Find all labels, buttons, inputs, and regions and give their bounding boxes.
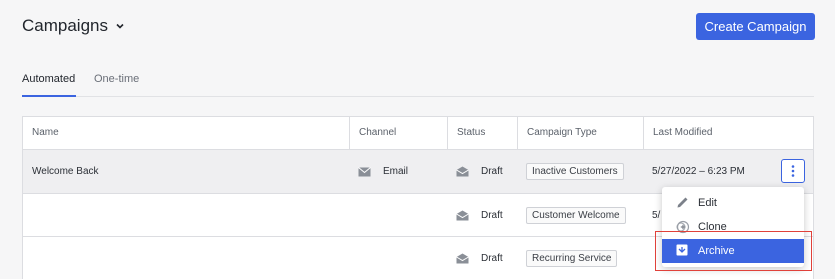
draft-envelope-icon: [456, 166, 469, 177]
row-actions-button[interactable]: [781, 159, 805, 183]
row-actions-menu: Edit Clone Archive: [662, 187, 804, 267]
menu-item-clone[interactable]: Clone: [662, 215, 804, 239]
campaign-type-tag: Inactive Customers: [526, 163, 624, 180]
archive-icon: [676, 244, 690, 258]
menu-item-label: Edit: [698, 197, 717, 209]
create-campaign-button[interactable]: Create Campaign: [696, 13, 815, 40]
menu-item-archive[interactable]: Archive: [662, 239, 804, 263]
tab-automated[interactable]: Automated: [22, 72, 76, 97]
mail-icon: [358, 166, 371, 176]
campaign-name[interactable]: Welcome Back: [32, 150, 99, 193]
status-cell: Draft: [456, 237, 503, 279]
status-cell: Draft: [456, 150, 503, 193]
campaign-type-tag: Customer Welcome: [526, 206, 626, 224]
column-header-last-modified[interactable]: Last Modified: [644, 117, 712, 150]
column-header-channel[interactable]: Channel: [350, 117, 396, 150]
menu-item-label: Archive: [698, 245, 735, 257]
table-header: Name Channel Status Campaign Type Last M…: [23, 117, 813, 150]
menu-item-label: Clone: [698, 221, 727, 233]
campaign-tabs: Automated One-time: [22, 72, 814, 97]
campaign-type-cell: Customer Welcome: [526, 194, 626, 236]
menu-item-edit[interactable]: Edit: [662, 191, 804, 215]
column-header-campaign-type[interactable]: Campaign Type: [518, 117, 597, 150]
channel-cell: Email: [358, 150, 408, 193]
pencil-icon: [676, 196, 690, 210]
chevron-down-icon: [116, 23, 124, 29]
status-label: Draft: [481, 166, 503, 177]
page-title-label: Campaigns: [22, 16, 108, 35]
draft-envelope-icon: [456, 253, 469, 264]
campaign-type-cell: Inactive Customers: [526, 150, 624, 193]
campaign-type-tag: Recurring Service: [526, 250, 618, 267]
status-label: Draft: [481, 253, 503, 264]
clone-icon: [676, 220, 690, 234]
status-label: Draft: [481, 209, 503, 221]
status-cell: Draft: [456, 194, 503, 236]
channel-label: Email: [383, 166, 409, 177]
column-header-name[interactable]: Name: [23, 117, 59, 150]
campaign-type-cell: Recurring Service: [526, 237, 618, 279]
column-header-status[interactable]: Status: [448, 117, 485, 150]
more-vertical-icon: [791, 165, 795, 177]
page-title[interactable]: Campaigns: [22, 16, 125, 36]
draft-envelope-icon: [456, 210, 469, 220]
tab-one-time[interactable]: One-time: [94, 72, 139, 97]
last-modified: 5/: [652, 209, 661, 221]
